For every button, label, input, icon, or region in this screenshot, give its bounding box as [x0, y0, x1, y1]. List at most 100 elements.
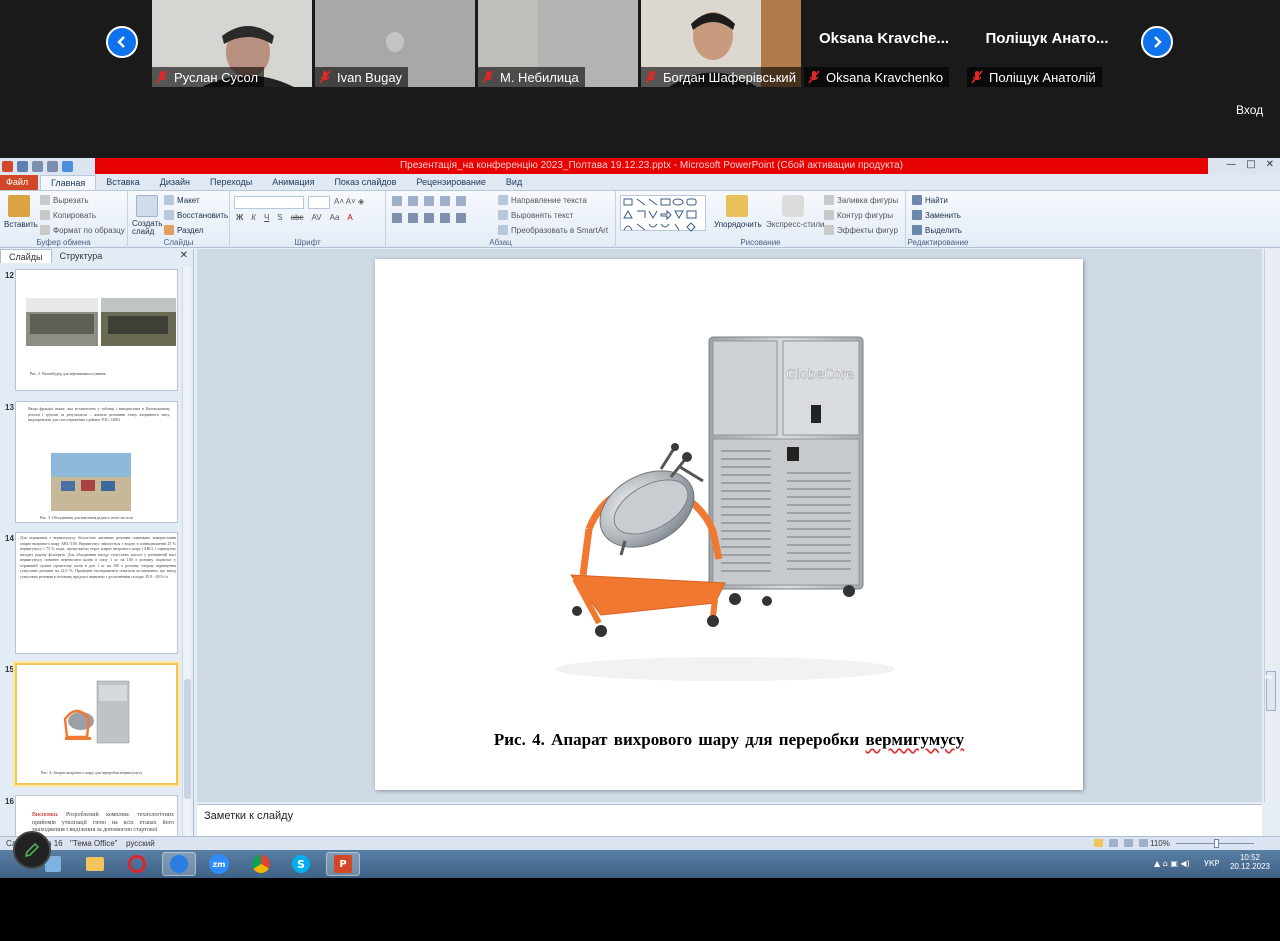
tab-view[interactable]: Вид [496, 175, 532, 190]
clock[interactable]: 10:52 20.12.2023 [1230, 853, 1270, 871]
paste-button[interactable]: Вставить [4, 220, 38, 229]
taskbar-explorer[interactable] [78, 852, 112, 876]
close-icon[interactable]: ✕ [1266, 159, 1274, 170]
participant-tile[interactable]: Ivan Bugay [315, 0, 475, 87]
indent-increase-icon[interactable] [440, 196, 450, 206]
participant-tile[interactable]: Богдан Шаферівський [641, 0, 801, 87]
participant-tile[interactable]: Руслан Сусол [152, 0, 312, 87]
taskbar-zoom[interactable]: zm [202, 852, 236, 876]
slide-thumbnail[interactable]: Якщо фракція тяжке, яка встановлена у та… [15, 401, 178, 523]
find-button[interactable]: Найти [912, 195, 948, 205]
new-slide-icon[interactable] [136, 195, 158, 217]
numbering-icon[interactable] [408, 196, 418, 206]
bold-button[interactable]: Ж [236, 213, 243, 222]
close-panel-icon[interactable]: ✕ [180, 250, 188, 261]
panel-scrollbar[interactable] [182, 267, 191, 845]
tab-home[interactable]: Главная [40, 175, 97, 190]
bullets-icon[interactable] [392, 196, 402, 206]
justify-icon[interactable] [440, 213, 450, 223]
tab-design[interactable]: Дизайн [150, 175, 200, 190]
shape-outline-button[interactable]: Контур фигуры [824, 210, 893, 220]
quick-styles-icon[interactable] [782, 195, 804, 217]
font-name-input[interactable] [234, 196, 304, 209]
tab-animations[interactable]: Анимация [262, 175, 324, 190]
notes-pane[interactable]: Заметки к слайду [197, 804, 1262, 836]
scrollbar-thumb[interactable] [184, 679, 191, 799]
cut-button[interactable]: Вырезать [40, 195, 89, 205]
font-size-input[interactable] [308, 196, 330, 209]
zoom-level[interactable]: 110% [1150, 839, 1170, 848]
tab-slideshow[interactable]: Показ слайдов [324, 175, 406, 190]
undo-icon[interactable] [32, 160, 43, 172]
previous-page-button[interactable] [106, 26, 138, 58]
replace-button[interactable]: Заменить [912, 210, 961, 220]
save-icon[interactable] [17, 160, 28, 172]
shadow-button[interactable]: S [277, 213, 282, 222]
taskbar-skype[interactable]: S [284, 852, 318, 876]
new-slide-button[interactable]: Создать слайд [132, 220, 162, 236]
current-slide[interactable]: GlobeCore Рис. 4. Апарат вихрового шару … [375, 259, 1083, 790]
tab-insert[interactable]: Вставка [96, 175, 149, 190]
format-painter-button[interactable]: Формат по образцу [40, 225, 125, 235]
slideshow-view-icon[interactable] [1139, 839, 1148, 847]
section-button[interactable]: Раздел [164, 225, 203, 235]
sorter-view-icon[interactable] [1109, 839, 1118, 847]
language-indicator[interactable]: русский [126, 839, 155, 848]
tab-slides[interactable]: Слайды [0, 249, 52, 263]
align-right-icon[interactable] [424, 213, 434, 223]
shapes-gallery[interactable] [620, 195, 706, 232]
next-page-button[interactable] [1141, 26, 1173, 58]
slide-thumbnail[interactable]: Для отримання з вермигумусу біологічно а… [15, 532, 178, 654]
quick-styles-button[interactable]: Экспресс-стили [766, 220, 825, 229]
annotate-button[interactable] [13, 831, 51, 869]
paste-icon[interactable] [8, 195, 30, 217]
line-spacing-icon[interactable] [456, 196, 466, 206]
taskbar-powerpoint[interactable]: P [326, 852, 360, 876]
taskbar-opera[interactable] [120, 852, 154, 876]
align-text-button[interactable]: Выровнять текст [498, 210, 573, 220]
strikethrough-button[interactable]: abc [291, 213, 304, 222]
participant-tile[interactable]: Oksana Kravche... Oksana Kravchenko [804, 0, 964, 87]
align-left-icon[interactable] [392, 213, 402, 223]
tab-transitions[interactable]: Переходы [200, 175, 262, 190]
align-center-icon[interactable] [408, 213, 418, 223]
slide-scrollbar[interactable] [1264, 249, 1276, 802]
reset-button[interactable]: Восстановить [164, 210, 228, 220]
shape-fill-button[interactable]: Заливка фигуры [824, 195, 898, 205]
keyboard-language[interactable]: УКР [1204, 859, 1219, 868]
copy-button[interactable]: Копировать [40, 210, 96, 220]
slideshow-icon[interactable] [62, 160, 73, 172]
taskbar-app[interactable] [162, 852, 196, 876]
normal-view-icon[interactable] [1094, 839, 1103, 847]
tab-outline[interactable]: Структура [52, 249, 111, 263]
font-grow-shrink-icon[interactable]: A˄ A˅ ◈ [334, 197, 364, 206]
taskbar-chrome[interactable] [244, 852, 278, 876]
spacing-button[interactable]: AV [312, 213, 322, 222]
font-color-button[interactable]: A [347, 213, 352, 222]
minimize-icon[interactable]: — [1226, 159, 1236, 170]
tab-file[interactable]: Файл [0, 175, 38, 190]
change-case-button[interactable]: Aa [330, 213, 340, 222]
tab-review[interactable]: Рецензирование [406, 175, 496, 190]
text-direction-button[interactable]: Направление текста [498, 195, 587, 205]
login-button[interactable]: Вход [1236, 103, 1263, 117]
select-button[interactable]: Выделить [912, 225, 962, 235]
participant-tile[interactable]: Поліщук Анато... Поліщук Анатолій [967, 0, 1127, 87]
layout-button[interactable]: Макет [164, 195, 200, 205]
underline-button[interactable]: Ч [264, 213, 269, 222]
zoom-slider-handle[interactable] [1214, 839, 1219, 848]
slide-thumbnail-selected[interactable]: Рис. 4. Апарат вихрового шару для переро… [15, 663, 178, 785]
maximize-icon[interactable]: □ [1246, 159, 1255, 170]
reading-view-icon[interactable] [1124, 839, 1133, 847]
arrange-button[interactable]: Упорядочить [714, 220, 762, 229]
italic-button[interactable]: К [251, 213, 256, 222]
redo-icon[interactable] [47, 160, 58, 172]
shape-effects-button[interactable]: Эффекты фигур [824, 225, 898, 235]
slide-thumbnail[interactable]: Рис. 2. Вагонбудер для вермикомпостуванн… [15, 269, 178, 391]
arrange-icon[interactable] [726, 195, 748, 217]
tray-icons[interactable]: ▲ ⌂ ▣ ◀) [1154, 859, 1190, 868]
participant-tile[interactable]: M. Небилица [478, 0, 638, 87]
smartart-button[interactable]: Преобразовать в SmartArt [498, 225, 608, 235]
indent-decrease-icon[interactable] [424, 196, 434, 206]
columns-icon[interactable] [456, 213, 466, 223]
